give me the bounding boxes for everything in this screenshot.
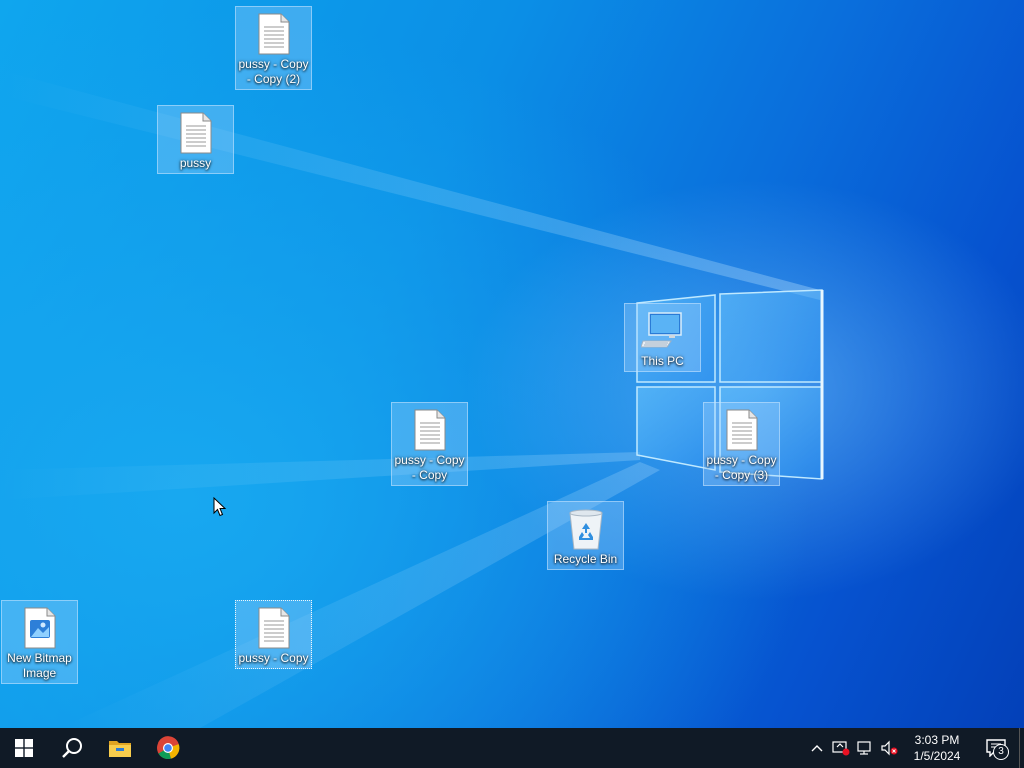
desktop-icon-label: New Bitmap Image [7, 651, 72, 680]
desktop-icon-label: pussy - Copy - Copy (3) [706, 453, 777, 482]
desktop-icon-label: pussy - Copy [238, 651, 309, 665]
chrome-button[interactable] [144, 728, 192, 768]
desktop-icon-pussy-copy-copy-2[interactable]: pussy - Copy - Copy (2) [235, 6, 312, 90]
clock-date: 1/5/2024 [913, 749, 961, 763]
desktop[interactable]: pussy - Copy - Copy (2) pussy This PC pu… [0, 0, 1024, 728]
desktop-icon-pussy[interactable]: pussy [157, 105, 234, 174]
text-document-icon [172, 110, 220, 156]
chevron-up-icon [811, 745, 823, 752]
wallpaper-beams [0, 70, 820, 728]
action-center-button[interactable]: 3 [973, 728, 1019, 768]
start-button[interactable] [0, 728, 48, 768]
chrome-icon [157, 736, 180, 760]
desktop-icon-new-bitmap-image[interactable]: New Bitmap Image [1, 600, 78, 684]
volume-muted-icon [881, 740, 898, 756]
network-disconnected-icon [857, 741, 871, 755]
security-alert-icon [832, 741, 850, 756]
desktop-icon-pussy-copy-copy-3[interactable]: pussy - Copy - Copy (3) [703, 402, 780, 486]
desktop-icon-this-pc[interactable]: This PC [624, 303, 701, 372]
taskbar-clock[interactable]: 3:03 PM 1/5/2024 [901, 728, 973, 768]
mouse-cursor-icon [213, 497, 227, 517]
text-document-icon [250, 605, 298, 651]
recycle-bin-icon [562, 506, 610, 552]
notification-count-badge: 3 [993, 744, 1009, 760]
bitmap-image-icon [16, 605, 64, 651]
search-icon [62, 738, 82, 758]
wallpaper-windows-logo [636, 289, 824, 480]
desktop-icon-pussy-copy-copy[interactable]: pussy - Copy - Copy [391, 402, 468, 486]
taskbar: 3:03 PM 1/5/2024 3 [0, 728, 1024, 768]
folder-icon [109, 741, 131, 757]
desktop-icon-recycle-bin[interactable]: Recycle Bin [547, 501, 624, 570]
text-document-icon [406, 407, 454, 453]
desktop-icon-label: pussy - Copy - Copy (2) [238, 57, 309, 86]
text-document-icon [718, 407, 766, 453]
windows-logo-icon [15, 739, 33, 757]
network-tray-button[interactable] [853, 728, 877, 768]
desktop-icon-label: Recycle Bin [553, 552, 618, 566]
volume-tray-button[interactable] [877, 728, 901, 768]
show-desktop-button[interactable] [1019, 728, 1024, 768]
desktop-icon-label: pussy - Copy - Copy [394, 453, 465, 482]
system-tray: 3:03 PM 1/5/2024 3 [805, 728, 1024, 768]
text-document-icon [250, 11, 298, 57]
computer-icon [639, 308, 687, 354]
search-button[interactable] [48, 728, 96, 768]
desktop-icon-label: This PC [641, 354, 684, 368]
desktop-icon-label: pussy [179, 156, 212, 170]
show-hidden-icons-button[interactable] [805, 728, 829, 768]
clock-time: 3:03 PM [914, 733, 960, 747]
file-explorer-button[interactable] [96, 728, 144, 768]
desktop-icon-pussy-copy[interactable]: pussy - Copy [235, 600, 312, 669]
security-tray-button[interactable] [829, 728, 853, 768]
